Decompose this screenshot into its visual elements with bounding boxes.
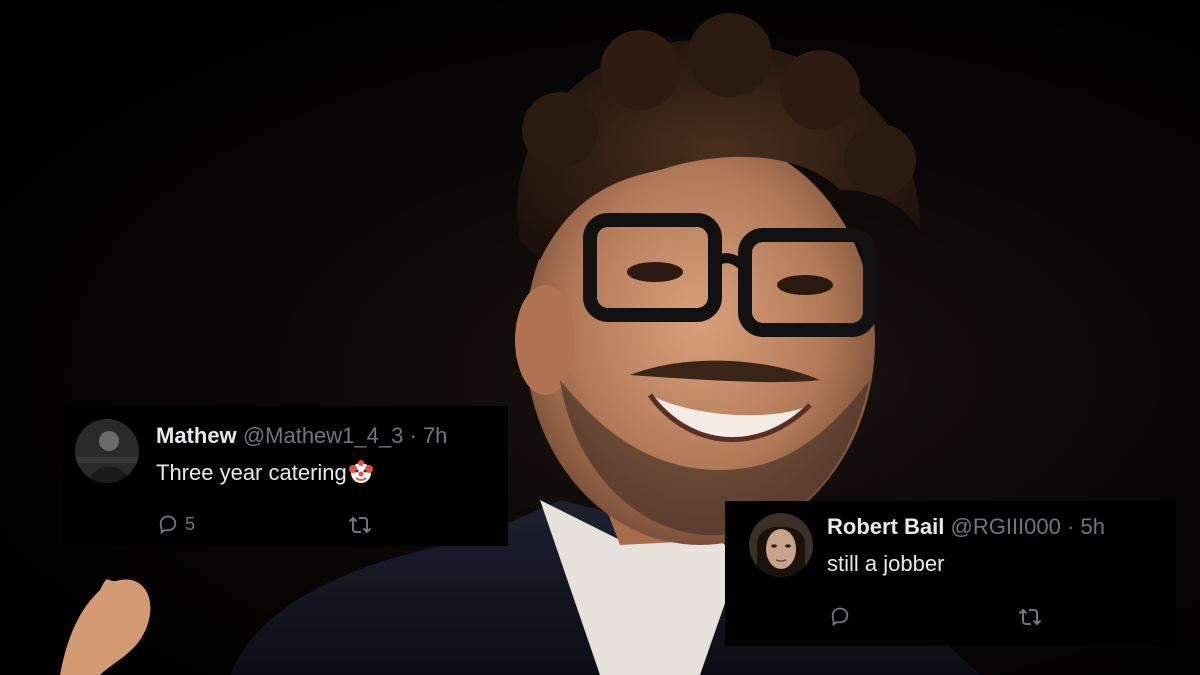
- separator-dot: ·: [409, 423, 417, 448]
- timestamp[interactable]: 7h: [423, 423, 447, 448]
- tweet-header: Robert Bail @RGIII000 · 5h: [827, 514, 1105, 540]
- user-handle[interactable]: @RGIII000: [950, 514, 1060, 539]
- separator-dot: ·: [1067, 514, 1075, 539]
- timestamp[interactable]: 5h: [1080, 514, 1104, 539]
- display-name[interactable]: Mathew: [156, 423, 237, 448]
- retweet-button[interactable]: [348, 514, 372, 536]
- tweet-text-content: still a jobber: [827, 551, 945, 576]
- tweet-header: Mathew @Mathew1_4_3 · 7h: [156, 423, 447, 449]
- reply-button[interactable]: 5: [157, 513, 195, 535]
- retweet-icon: [1018, 608, 1042, 626]
- tweet-card-mathew[interactable]: Mathew @Mathew1_4_3 · 7h Three year cate…: [63, 406, 508, 546]
- screenshot-stage: Mathew @Mathew1_4_3 · 7h Three year cate…: [0, 0, 1200, 675]
- tweet-text-content: Three year catering: [156, 460, 347, 485]
- reply-count: 5: [185, 513, 196, 534]
- tweet-text: Three year catering: [156, 459, 374, 487]
- avatar[interactable]: [75, 419, 139, 483]
- avatar[interactable]: [749, 513, 813, 577]
- reply-icon: [159, 515, 177, 535]
- retweet-button[interactable]: [1018, 606, 1042, 628]
- display-name[interactable]: Robert Bail: [827, 514, 944, 539]
- tweet-card-robert-bail[interactable]: Robert Bail @RGIII000 · 5h still a jobbe…: [725, 501, 1176, 646]
- reply-icon: [831, 607, 849, 627]
- reply-button[interactable]: [829, 605, 851, 627]
- clown-face-icon: [348, 459, 374, 485]
- tweet-text: still a jobber: [827, 550, 944, 578]
- user-handle[interactable]: @Mathew1_4_3: [243, 423, 404, 448]
- retweet-icon: [348, 516, 372, 534]
